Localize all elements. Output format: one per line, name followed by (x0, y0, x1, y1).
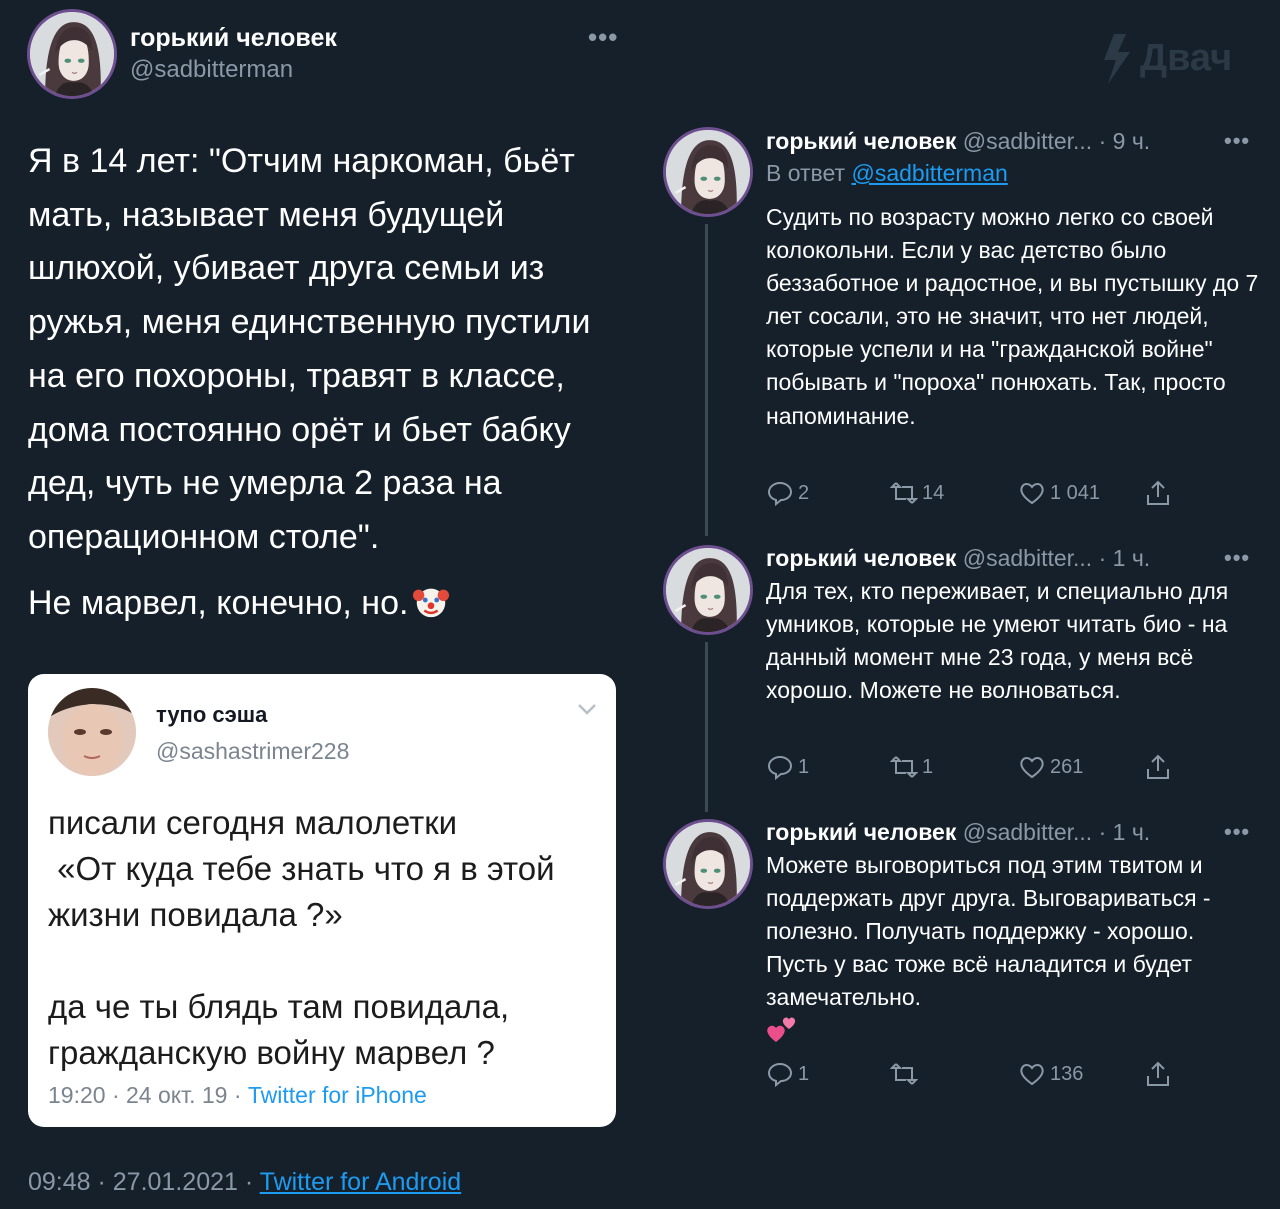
reply-button[interactable]: 1 (766, 753, 809, 781)
retweet-icon (890, 482, 918, 504)
like-count: 261 (1050, 755, 1084, 778)
share-icon (1147, 480, 1169, 505)
heart-icon (1020, 1064, 1044, 1086)
quoted-author-handle[interactable]: @sashastrimer228 (156, 738, 349, 765)
main-author-name[interactable]: горькии́ человек (130, 24, 337, 53)
reply-3-author-handle[interactable]: @sadbitter... (963, 819, 1092, 845)
reply-2-more-button[interactable]: ••• (1224, 545, 1250, 571)
comment-icon (767, 755, 793, 781)
reply-2-avatar[interactable] (666, 548, 750, 632)
share-icon (1147, 1061, 1169, 1086)
reply-1-author-name[interactable]: горькии́ человек (766, 128, 956, 154)
retweet-button[interactable]: 1 (890, 753, 933, 781)
chevron-down-icon[interactable] (576, 702, 598, 716)
reply-1-in-reply-to: В ответ @sadbitterman (766, 160, 1008, 186)
main-more-button[interactable]: ••• (588, 22, 618, 53)
quoted-tweet-source-link[interactable]: Twitter for iPhone (248, 1082, 427, 1108)
reply-1-author-handle[interactable]: @sadbitter... (963, 128, 1092, 154)
heart-icon (1020, 483, 1044, 505)
share-button[interactable] (1144, 479, 1176, 507)
thread-connector-line (705, 642, 708, 812)
share-button[interactable] (1144, 753, 1176, 781)
reply-1-time[interactable]: · 9 ч. (1099, 128, 1151, 154)
main-tweet-text: Я в 14 лет: "Отчим наркоман, бьёт мать, … (28, 142, 591, 556)
reply-3-actions: 1 136 (766, 1060, 1186, 1090)
reply-3-author-name[interactable]: горькии́ человек (766, 819, 956, 845)
reply-1-actions: 2 14 1 041 (766, 479, 1186, 509)
share-icon (1147, 754, 1169, 779)
reply-2-text: Для тех, кто переживает, и специально дл… (766, 578, 1229, 704)
share-button[interactable] (1144, 1060, 1176, 1088)
reply-button[interactable]: 2 (766, 479, 809, 507)
reply-3-avatar[interactable] (666, 822, 750, 906)
reply-3-text: Можете выговориться под этим твитом и по… (766, 849, 1261, 1050)
reply-count: 2 (798, 481, 810, 504)
main-tweet-meta: 09:48 · 27.01.2021 · Twitter for Android (28, 1168, 461, 1197)
like-button[interactable]: 136 (1018, 1060, 1083, 1088)
dvach-watermark-logo: Двач (1104, 34, 1232, 84)
quoted-tweet-card[interactable]: тупо сэша @sashastrimer228 писали сегодн… (28, 674, 616, 1127)
svg-text:Двач: Двач (1140, 37, 1232, 79)
main-tweet-timestamp: 09:48 · 27.01.2021 · (28, 1168, 260, 1196)
reply-1-more-button[interactable]: ••• (1224, 128, 1250, 154)
retweet-count: 1 (922, 755, 934, 778)
reply-3-header: горькии́ человек @sadbitter... · 1 ч. (766, 819, 1150, 846)
main-tweet-source-link[interactable]: Twitter for Android (260, 1168, 461, 1196)
main-author-handle[interactable]: @sadbitterman (130, 56, 293, 84)
reply-2-author-name[interactable]: горькии́ человек (766, 545, 956, 571)
quoted-tweet-meta: 19:20 · 24 окт. 19 · Twitter for iPhone (48, 1082, 427, 1109)
like-count: 136 (1050, 1062, 1084, 1085)
reply-3-more-button[interactable]: ••• (1224, 819, 1250, 845)
reply-3-time[interactable]: · 1 ч. (1099, 819, 1151, 845)
retweet-button[interactable]: 14 (890, 479, 944, 507)
like-button[interactable]: 1 041 (1018, 479, 1100, 507)
reply-2-header: горькии́ человек @sadbitter... · 1 ч. (766, 545, 1150, 572)
reply-count: 1 (798, 1062, 810, 1085)
quoted-tweet-text: писали сегодня малолетки «От куда тебе з… (48, 804, 555, 1071)
clown-face-emoji (413, 588, 450, 618)
reply-1-header: горькии́ человек @sadbitter... · 9 ч. (766, 128, 1150, 155)
main-author-avatar[interactable] (30, 12, 114, 96)
comment-icon (767, 1062, 793, 1088)
quoted-tweet-timestamp: 19:20 · 24 окт. 19 · (48, 1082, 248, 1108)
reply-2-time[interactable]: · 1 ч. (1099, 545, 1151, 571)
quoted-author-name[interactable]: тупо сэша (156, 702, 267, 728)
reply-2-actions: 1 1 261 (766, 753, 1186, 783)
like-button[interactable]: 261 (1018, 753, 1083, 781)
reply-count: 1 (798, 755, 810, 778)
like-count: 1 041 (1050, 481, 1101, 504)
retweet-button[interactable] (890, 1060, 922, 1088)
quoted-author-avatar[interactable] (48, 688, 136, 776)
reply-button[interactable]: 1 (766, 1060, 809, 1088)
retweet-icon (890, 1063, 918, 1085)
retweet-icon (890, 756, 918, 778)
retweet-count: 14 (922, 481, 945, 504)
reply-2-author-handle[interactable]: @sadbitter... (963, 545, 1092, 571)
reply-to-link[interactable]: @sadbitterman (851, 160, 1007, 186)
reply-1-avatar[interactable] (666, 130, 750, 214)
main-tweet-text-2: Не марвел, конечно, но. (28, 578, 450, 628)
two-hearts-emoji (767, 1018, 796, 1043)
thread-connector-line (705, 224, 708, 536)
comment-icon (767, 481, 793, 507)
reply-1-text: Судить по возрасту можно легко со своей … (766, 204, 1259, 429)
heart-icon (1020, 757, 1044, 779)
